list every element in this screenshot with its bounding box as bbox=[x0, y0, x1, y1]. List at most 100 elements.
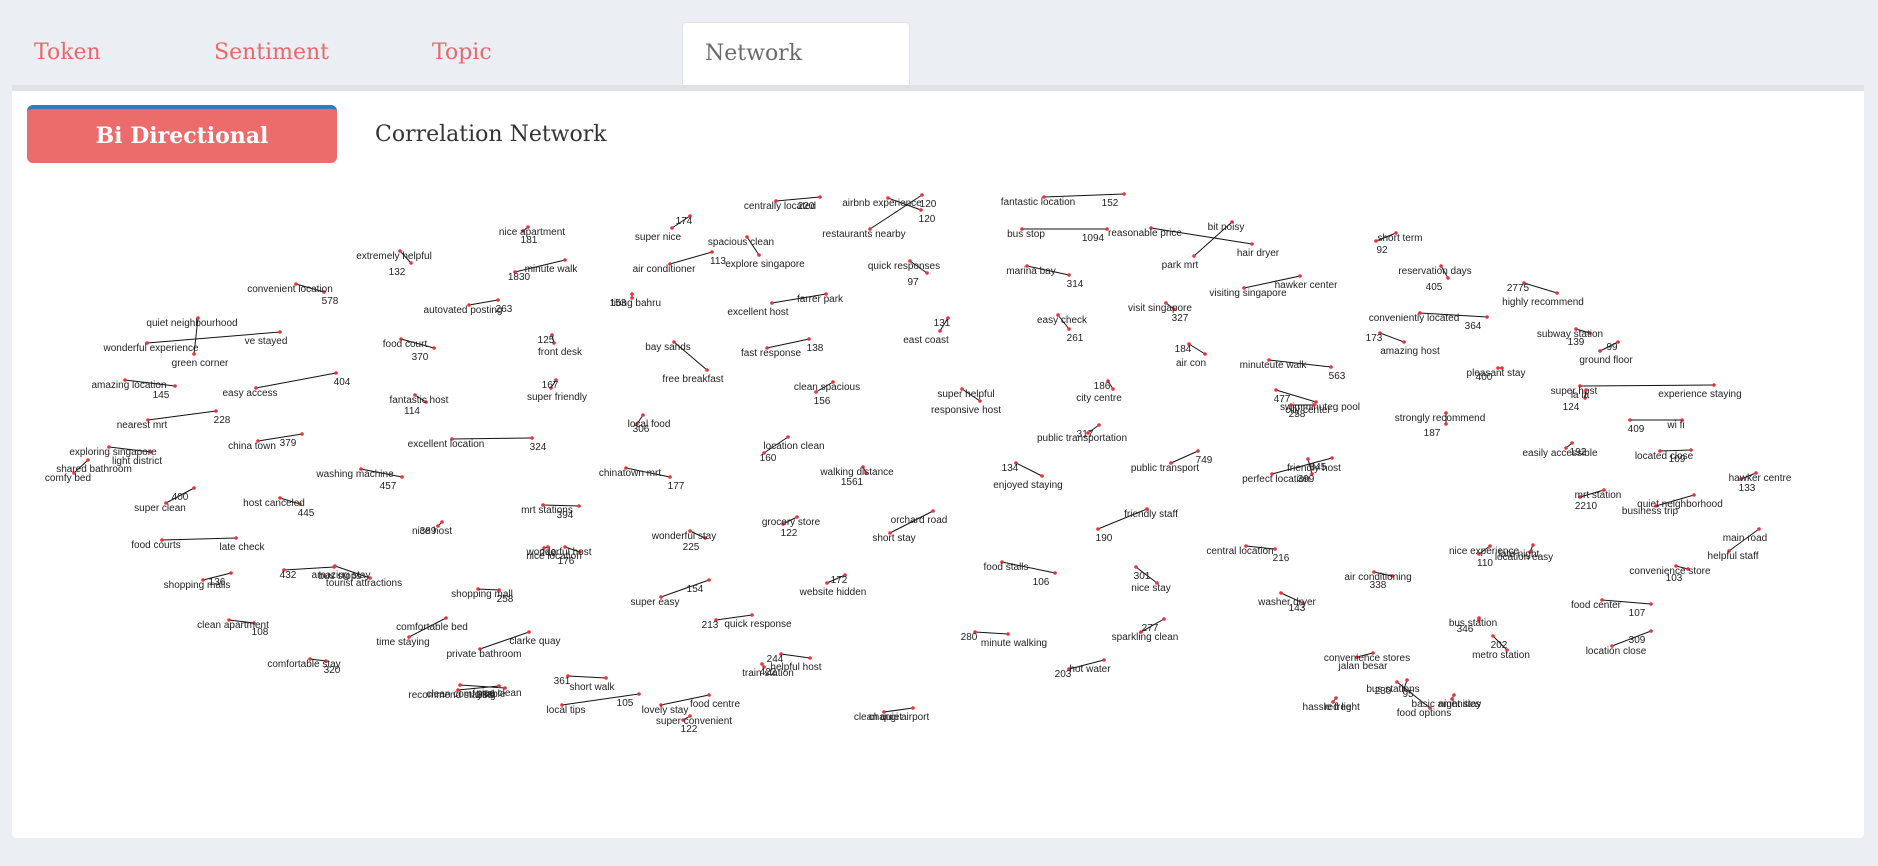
network-edge-hawker-centre-133: hawker centre133 bbox=[1729, 471, 1792, 494]
node-label-213: 213 bbox=[702, 620, 719, 631]
node-label-399: 399 bbox=[1298, 474, 1315, 485]
node-label-134: 134 bbox=[1002, 463, 1019, 474]
node-label-clarke-quay: clarke quay bbox=[509, 636, 560, 647]
node-label-225: 225 bbox=[683, 542, 700, 553]
node-label-125: 125 bbox=[538, 335, 555, 346]
node-label-432: 432 bbox=[280, 570, 297, 581]
node-label-washer-dryer: washer dryer bbox=[1257, 597, 1316, 608]
network-node bbox=[931, 509, 935, 513]
network-node bbox=[1531, 543, 1535, 547]
network-edge-helpful-staff-main-road: helpful staff main road bbox=[1708, 527, 1767, 562]
node-label-314: 314 bbox=[1067, 279, 1084, 290]
node-label-578: 578 bbox=[322, 296, 339, 307]
network-node bbox=[1712, 383, 1716, 387]
node-label-food-center: food center bbox=[1571, 600, 1622, 611]
node-label-346: 346 bbox=[1457, 624, 1474, 635]
node-label-la-la: la la bbox=[1571, 390, 1590, 401]
edge-line bbox=[669, 251, 713, 265]
node-label-99: 99 bbox=[1606, 342, 1618, 353]
network-node bbox=[1330, 456, 1334, 460]
node-label-400: 400 bbox=[172, 492, 189, 503]
network-edge-pleasant-stay-400: pleasant stay400 bbox=[1467, 366, 1525, 383]
node-label-short-term: short term bbox=[1377, 233, 1422, 244]
network-node bbox=[1555, 291, 1559, 295]
network-edge-sparkling-clean-277: sparkling clean277 bbox=[1112, 617, 1178, 643]
node-label-jalan-besar: jalan besar bbox=[1338, 661, 1389, 672]
node-label-138: 138 bbox=[807, 343, 824, 354]
network-edge-143-washer-dryer: 143washer dryer bbox=[1257, 591, 1317, 614]
node-label-154: 154 bbox=[687, 584, 704, 595]
network-node bbox=[496, 298, 500, 302]
node-label-563: 563 bbox=[1329, 371, 1346, 382]
network-edge-metro-station-202: metro station202 bbox=[1472, 634, 1530, 661]
node-label-174: 174 bbox=[676, 216, 693, 227]
network-node bbox=[278, 330, 282, 334]
node-label-red-light: red light bbox=[1324, 702, 1360, 713]
network-node bbox=[1692, 493, 1696, 497]
node-label-400: 400 bbox=[1476, 372, 1493, 383]
node-label-front-desk: front desk bbox=[538, 347, 583, 358]
network-node bbox=[192, 486, 196, 490]
node-label-reservation-days: reservation days bbox=[1398, 266, 1471, 277]
network-node bbox=[1570, 441, 1574, 445]
network-edge-friendly-staff-190: friendly staff 190 bbox=[1096, 507, 1178, 544]
network-edge-food-courts-late-check: food courts late check bbox=[131, 536, 266, 553]
network-edge-city-center-258: city center258 bbox=[1285, 403, 1331, 420]
node-label-103: 103 bbox=[1666, 573, 1683, 584]
network-edge-local-tips-105: local tips 105 bbox=[547, 692, 641, 716]
node-label-china-town: china town bbox=[228, 441, 276, 452]
network-node bbox=[1452, 693, 1456, 697]
node-label-114: 114 bbox=[404, 406, 420, 417]
network-edge-186-city-centre: 186city centre bbox=[1076, 379, 1122, 404]
node-label-airbnb-experience: airbnb experience bbox=[842, 198, 922, 209]
network-node bbox=[604, 676, 608, 680]
node-label-152: 152 bbox=[1102, 198, 1119, 209]
node-label-enjoyed-staying: enjoyed staying bbox=[993, 480, 1063, 491]
network-edge-strongly-recommend-187: strongly recommend 187 bbox=[1395, 411, 1486, 439]
node-label-responsive-host: responsive host bbox=[931, 405, 1001, 416]
node-label-super-nice: super nice bbox=[635, 232, 682, 243]
node-label-bit-noisy: bit noisy bbox=[1208, 222, 1245, 233]
network-node bbox=[1102, 658, 1106, 662]
network-edge-convenience-store-103: convenience store103 bbox=[1629, 564, 1711, 584]
network-edge-306-local-food: 306local food bbox=[628, 413, 671, 435]
node-label-fast-response: fast response bbox=[741, 348, 801, 359]
node-label-120: 120 bbox=[920, 199, 937, 210]
network-node bbox=[1097, 423, 1101, 427]
network-node bbox=[1395, 680, 1399, 684]
network-edge-clean-spacious-156: clean spacious 156 bbox=[794, 380, 860, 407]
network-edge-super-helpful-responsive-host: super helpful responsive host bbox=[931, 387, 1001, 416]
node-label-hot-water: hot water bbox=[1069, 664, 1111, 675]
network-node bbox=[770, 301, 774, 305]
network-node bbox=[1111, 387, 1115, 391]
network-edge-super-easy-154: super easy 154 bbox=[631, 578, 711, 608]
node-label-749: 749 bbox=[1196, 455, 1213, 466]
node-label-convenient-location: convenient location bbox=[247, 284, 333, 295]
network-edge-comfortable-stay-320: comfortable stay320 bbox=[267, 657, 341, 676]
node-label-strongly-recommend: strongly recommend bbox=[1395, 413, 1486, 424]
node-label-176: 176 bbox=[558, 556, 575, 567]
network-edge-easy-check-261: easy check 261 bbox=[1037, 313, 1088, 344]
network-edge-farrer-park-excellent-host: farrer park excellent host bbox=[727, 292, 844, 318]
node-label-109: 109 bbox=[1669, 454, 1686, 465]
network-edge-134-enjoyed-staying: 134 enjoyed staying bbox=[993, 461, 1063, 491]
network-edge-easy-access-404: easy access 404 bbox=[222, 371, 351, 399]
node-label-super-clean: super clean bbox=[134, 503, 186, 514]
node-label-263: 263 bbox=[496, 304, 513, 315]
node-label-124: 124 bbox=[1563, 402, 1580, 413]
network-node bbox=[458, 683, 462, 687]
network-edge-280-minute-walking: 280minute walking bbox=[961, 630, 1047, 649]
edge-line bbox=[567, 675, 607, 679]
network-edge-convenient-location-578: convenient location578 bbox=[247, 282, 339, 307]
network-node bbox=[1250, 242, 1254, 246]
network-node bbox=[911, 706, 915, 710]
network-edge-clean-quiet-changi-airport: clean quietchangi airport bbox=[854, 706, 930, 723]
node-label-website-hidden: website hidden bbox=[799, 587, 867, 598]
node-label-changi-airport: changi airport bbox=[869, 712, 930, 723]
node-label-173: 173 bbox=[1366, 333, 1383, 344]
node-label-local-food: local food bbox=[628, 419, 671, 430]
node-label-405: 405 bbox=[1426, 282, 1443, 293]
node-label-445: 445 bbox=[298, 508, 315, 519]
network-node bbox=[1067, 273, 1071, 277]
node-label-time-staying: time staying bbox=[376, 637, 429, 648]
